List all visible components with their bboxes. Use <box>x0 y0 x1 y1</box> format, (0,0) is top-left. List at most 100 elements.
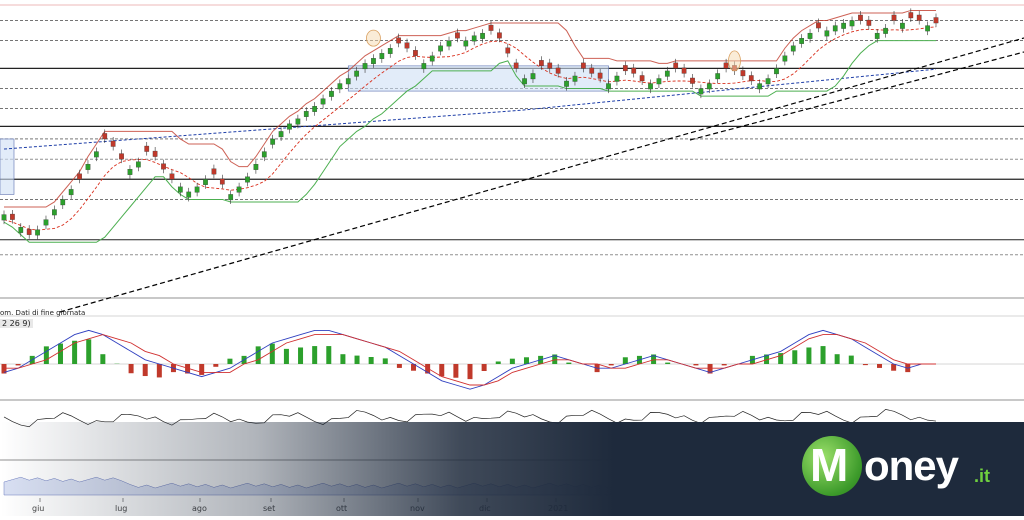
candle-up <box>229 194 233 200</box>
candle-up <box>363 63 367 69</box>
macd-histogram-bar <box>157 364 162 377</box>
candle-down <box>581 63 585 69</box>
candle-up <box>187 192 191 198</box>
candle-down <box>220 179 224 185</box>
candle-up <box>2 215 6 221</box>
candle-down <box>623 65 627 71</box>
candle-up <box>766 78 770 84</box>
candle-down <box>212 169 216 175</box>
candle-down <box>674 63 678 69</box>
candle-down <box>10 214 14 220</box>
macd-histogram-bar <box>496 361 501 364</box>
candle-down <box>749 75 753 81</box>
candle-up <box>203 179 207 185</box>
candle-down <box>892 15 896 21</box>
candle-up <box>136 162 140 168</box>
macd-histogram-bar <box>623 357 628 364</box>
macd-histogram-bar <box>227 359 232 364</box>
candle-up <box>245 177 249 183</box>
candle-up <box>346 78 350 84</box>
macd-histogram-bar <box>312 346 317 364</box>
candle-down <box>396 38 400 44</box>
candle-up <box>270 139 274 145</box>
candle-up <box>606 84 610 90</box>
candle-up <box>774 68 778 74</box>
candle-up <box>371 58 375 64</box>
candle-up <box>573 76 577 82</box>
candle-up <box>648 84 652 90</box>
candle-down <box>455 33 459 39</box>
candle-down <box>917 15 921 21</box>
candle-up <box>94 152 98 158</box>
candle-up <box>52 210 56 216</box>
candle-down <box>539 60 543 66</box>
macd-histogram-bar <box>665 363 670 364</box>
candle-up <box>61 199 65 205</box>
candle-up <box>35 230 39 236</box>
highlight-circle <box>728 51 740 71</box>
logo-text: oney <box>864 442 958 490</box>
macd-histogram-bar <box>397 364 402 368</box>
macd-histogram-bar <box>806 347 811 364</box>
candle-up <box>338 84 342 90</box>
macd-histogram-bar <box>468 364 473 379</box>
candle-up <box>833 26 837 32</box>
candle-up <box>279 131 283 137</box>
macd-histogram-bar <box>270 344 275 364</box>
candle-down <box>413 50 417 56</box>
candle-down <box>598 73 602 79</box>
candle-up <box>128 169 132 175</box>
candle-up <box>883 28 887 34</box>
candle-up <box>380 53 384 59</box>
macd-source-label: om. Dati di fine giornata <box>0 309 85 317</box>
candle-down <box>161 164 165 170</box>
macd-histogram-bar <box>298 347 303 364</box>
candle-up <box>707 84 711 90</box>
candle-up <box>808 33 812 39</box>
candle-up <box>44 220 48 226</box>
candle-up <box>799 38 803 44</box>
candle-down <box>690 78 694 84</box>
candle-down <box>724 63 728 69</box>
candle-up <box>321 99 325 105</box>
macd-histogram-bar <box>849 356 854 364</box>
candle-up <box>715 73 719 79</box>
macd-histogram-bar <box>453 364 458 378</box>
candle-up <box>791 46 795 52</box>
candle-down <box>816 23 820 29</box>
candle-up <box>237 187 241 193</box>
candle-down <box>556 68 560 74</box>
candle-down <box>934 17 938 23</box>
candle-down <box>741 70 745 76</box>
candle-down <box>145 146 149 152</box>
highlight-circle <box>366 30 380 46</box>
candle-up <box>850 21 854 27</box>
candle-down <box>111 141 115 147</box>
candle-up <box>388 48 392 54</box>
macd-histogram-bar <box>439 364 444 376</box>
candle-down <box>170 174 174 180</box>
macd-histogram-bar <box>213 364 218 367</box>
candle-down <box>405 43 409 49</box>
candle-up <box>615 76 619 82</box>
candle-up <box>841 23 845 29</box>
candle-down <box>103 133 107 139</box>
candle-up <box>447 41 451 47</box>
macd-histogram-bar <box>355 356 360 364</box>
candle-down <box>867 20 871 26</box>
macd-histogram-bar <box>369 357 374 364</box>
candle-down <box>497 33 501 39</box>
macd-histogram-bar <box>609 364 614 365</box>
macd-histogram-bar <box>524 357 529 364</box>
candle-up <box>195 187 199 193</box>
macd-histogram-bar <box>693 364 698 365</box>
candle-up <box>657 78 661 84</box>
early-zone <box>0 139 14 194</box>
macd-histogram-bar <box>86 339 91 364</box>
candle-down <box>858 15 862 21</box>
macd-histogram-bar <box>129 364 134 373</box>
candle-up <box>312 106 316 112</box>
candle-down <box>682 68 686 74</box>
candle-up <box>69 189 73 195</box>
candle-up <box>86 164 90 170</box>
